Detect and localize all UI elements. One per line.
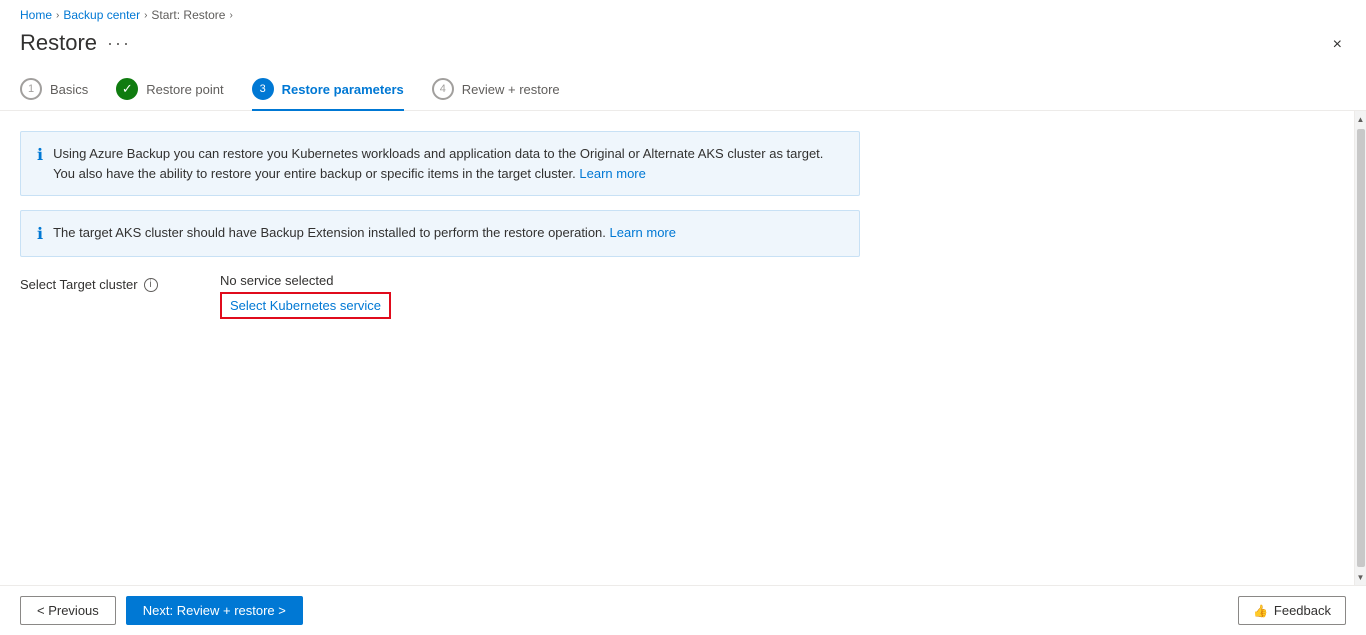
step-basics-label: Basics	[50, 82, 88, 97]
scroll-up-arrow[interactable]: ▲	[1355, 111, 1366, 127]
info-icon-1: ℹ	[37, 145, 43, 165]
breadcrumb-sep-2: ›	[144, 10, 147, 21]
step-review-restore-circle: 4	[432, 78, 454, 100]
step-review-restore[interactable]: 4 Review + restore	[432, 78, 560, 110]
scroll-thumb[interactable]	[1357, 129, 1365, 567]
info-icon-2: ℹ	[37, 224, 43, 244]
no-service-text: No service selected	[220, 273, 391, 288]
close-button[interactable]: ×	[1329, 32, 1346, 58]
scroll-down-arrow[interactable]: ▼	[1355, 569, 1366, 585]
scrollbar[interactable]: ▲ ▼	[1354, 111, 1366, 585]
page-title: Restore	[20, 30, 97, 56]
step-basics-circle: 1	[20, 78, 42, 100]
more-options-icon[interactable]: ···	[107, 33, 131, 54]
form-info-icon[interactable]: i	[144, 278, 158, 292]
footer-left: < Previous Next: Review + restore >	[20, 596, 303, 625]
step-basics[interactable]: 1 Basics	[20, 78, 88, 110]
feedback-icon: 👍	[1253, 604, 1268, 618]
form-section: Select Target cluster i No service selec…	[20, 273, 1346, 319]
step-restore-parameters-label: Restore parameters	[282, 82, 404, 97]
previous-button[interactable]: < Previous	[20, 596, 116, 625]
breadcrumb-sep-3: ›	[229, 10, 232, 21]
step-restore-point-label: Restore point	[146, 82, 223, 97]
main-content: ℹ Using Azure Backup you can restore you…	[0, 111, 1366, 585]
info-box-2: ℹ The target AKS cluster should have Bac…	[20, 210, 860, 257]
info-box-1: ℹ Using Azure Backup you can restore you…	[20, 131, 860, 196]
step-restore-parameters[interactable]: 3 Restore parameters	[252, 78, 404, 110]
breadcrumb-start-restore: Start: Restore	[151, 8, 225, 22]
form-label-area: Select Target cluster i	[20, 273, 220, 292]
learn-more-link-1[interactable]: Learn more	[579, 166, 645, 181]
breadcrumb: Home › Backup center › Start: Restore ›	[0, 0, 1366, 26]
page-wrapper: Home › Backup center › Start: Restore › …	[0, 0, 1366, 635]
feedback-button[interactable]: 👍 Feedback	[1238, 596, 1346, 625]
info-text-1: Using Azure Backup you can restore you K…	[53, 144, 843, 183]
select-kubernetes-service-button[interactable]: Select Kubernetes service	[220, 292, 391, 319]
steps-bar: 1 Basics ✓ Restore point 3 Restore param…	[0, 64, 1366, 111]
learn-more-link-2[interactable]: Learn more	[610, 225, 676, 240]
step-restore-parameters-circle: 3	[252, 78, 274, 100]
form-control-area: No service selected Select Kubernetes se…	[220, 273, 391, 319]
footer: < Previous Next: Review + restore > 👍 Fe…	[0, 585, 1366, 635]
info-text-2: The target AKS cluster should have Backu…	[53, 223, 676, 243]
breadcrumb-home[interactable]: Home	[20, 8, 52, 22]
step-restore-point[interactable]: ✓ Restore point	[116, 78, 223, 110]
breadcrumb-sep-1: ›	[56, 10, 59, 21]
page-header: Restore ··· ×	[0, 26, 1366, 64]
step-restore-point-circle: ✓	[116, 78, 138, 100]
form-label-text: Select Target cluster	[20, 277, 138, 292]
step-review-restore-label: Review + restore	[462, 82, 560, 97]
feedback-label: Feedback	[1274, 603, 1331, 618]
breadcrumb-backup-center[interactable]: Backup center	[63, 8, 140, 22]
next-button[interactable]: Next: Review + restore >	[126, 596, 303, 625]
